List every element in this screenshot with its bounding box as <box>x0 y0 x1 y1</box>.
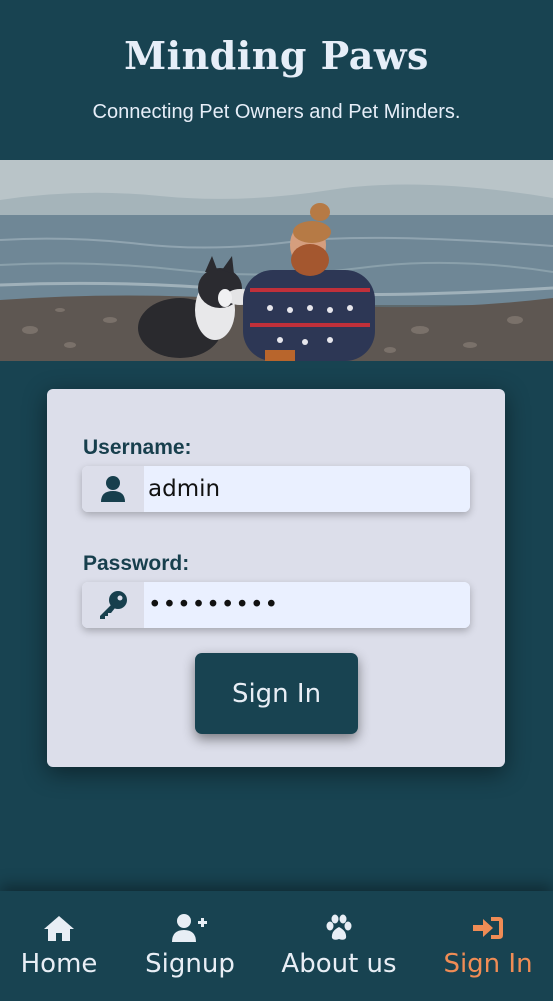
username-field[interactable] <box>82 466 470 512</box>
user-icon <box>82 466 144 512</box>
bottom-nav: Home Signup About us Sign In <box>0 891 553 1001</box>
nav-item-signup[interactable]: Signup <box>140 891 240 1001</box>
username-label: Username: <box>83 436 192 459</box>
user-plus-icon <box>171 913 209 943</box>
hero-image <box>0 160 553 361</box>
page-header: Minding Paws Connecting Pet Owners and P… <box>0 0 553 160</box>
login-card: Username: Password: Sign In <box>47 389 505 767</box>
home-icon <box>42 913 76 943</box>
nav-label-home: Home <box>20 949 98 979</box>
paw-icon <box>323 913 355 943</box>
password-field[interactable] <box>82 582 470 628</box>
nav-label-signup: Signup <box>145 949 235 979</box>
nav-label-sign-in: Sign In <box>443 949 533 979</box>
sign-in-icon <box>471 913 505 943</box>
nav-item-about[interactable]: About us <box>276 891 402 1001</box>
sign-in-button[interactable]: Sign In <box>195 653 358 734</box>
app-title: Minding Paws <box>124 33 429 78</box>
username-input[interactable] <box>144 466 470 512</box>
nav-item-home[interactable]: Home <box>19 891 99 1001</box>
key-icon <box>82 582 144 628</box>
password-input[interactable] <box>144 582 470 628</box>
nav-label-about: About us <box>281 949 397 979</box>
nav-item-sign-in[interactable]: Sign In <box>440 891 536 1001</box>
tagline: Connecting Pet Owners and Pet Minders. <box>92 101 461 123</box>
password-label: Password: <box>83 552 190 575</box>
